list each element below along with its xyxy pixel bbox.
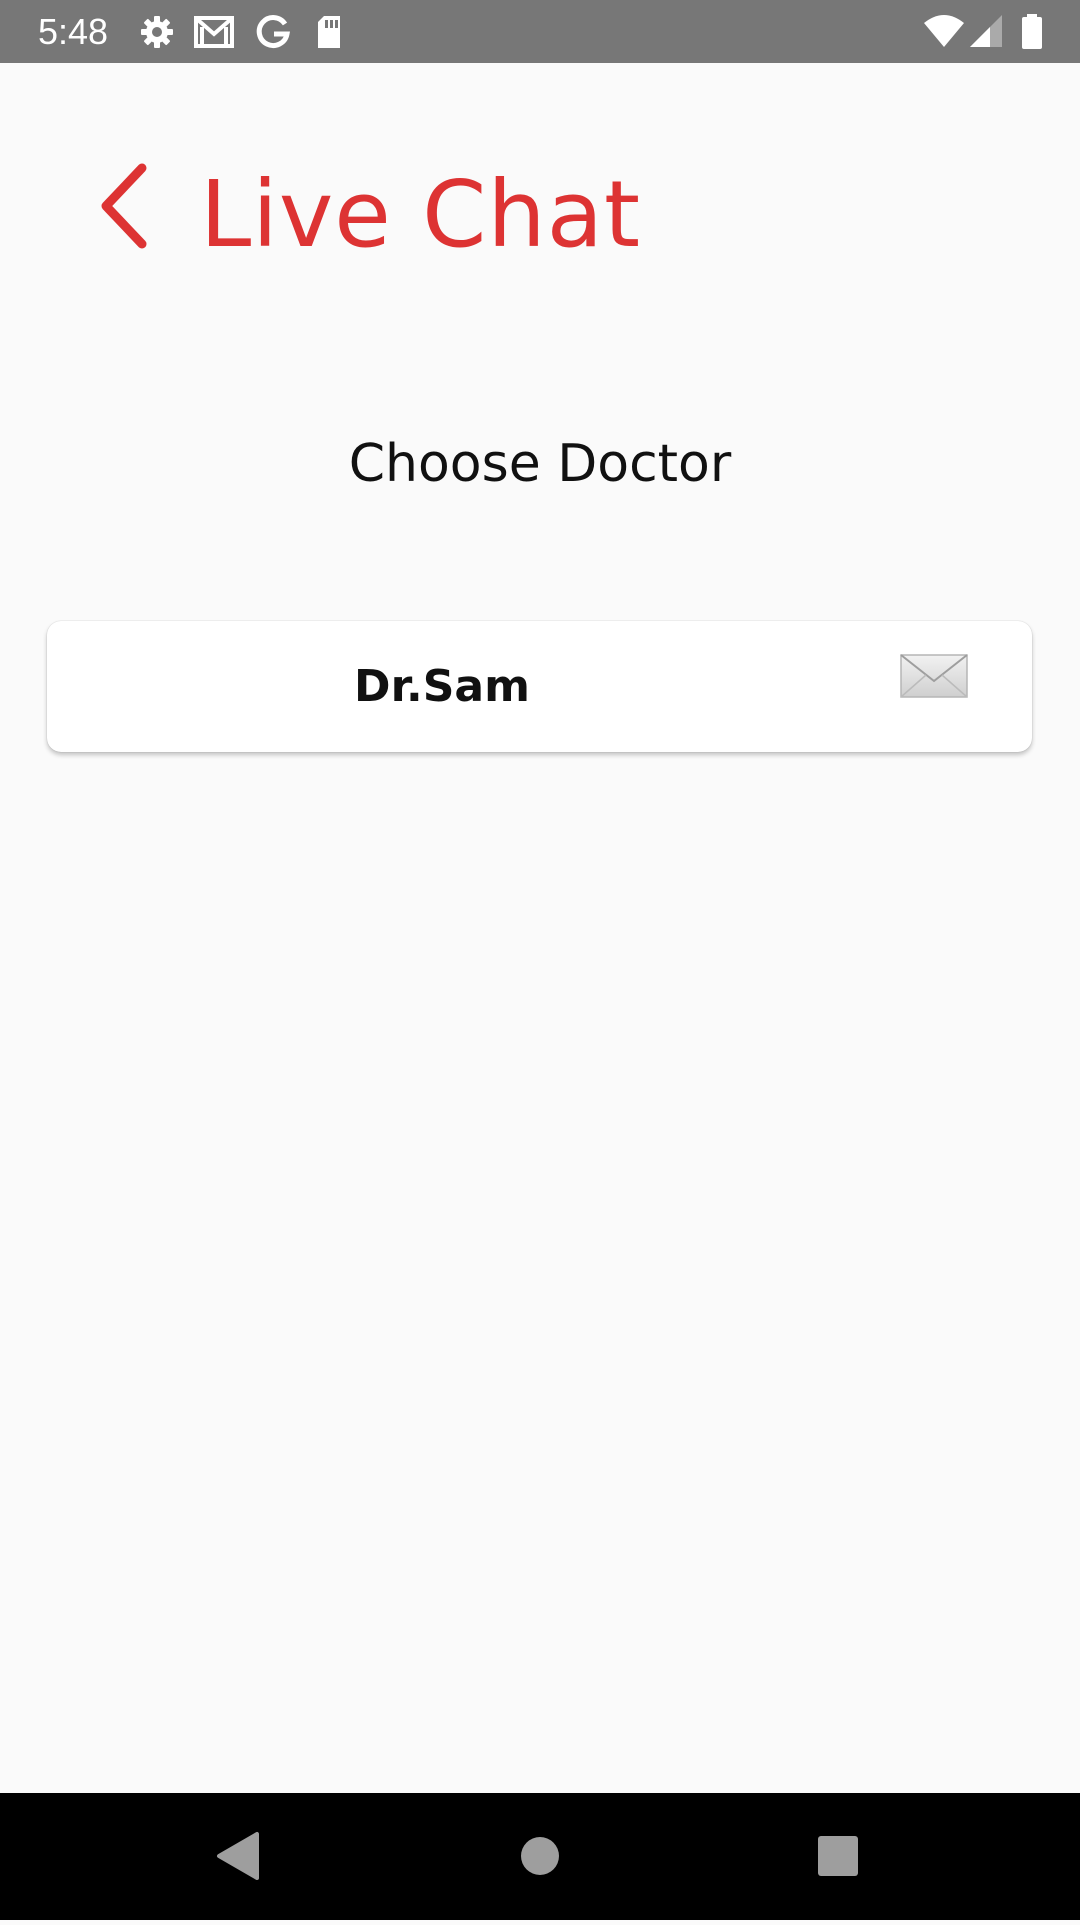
wifi-icon (922, 13, 966, 56)
signal-icon (968, 13, 1004, 56)
doctor-card[interactable]: Dr.Sam (47, 621, 1032, 752)
back-button[interactable] (88, 158, 168, 258)
chevron-left-icon (88, 163, 168, 262)
envelope-icon[interactable] (899, 651, 969, 701)
status-time: 5:48 (38, 11, 109, 52)
doctor-name: Dr.Sam (354, 661, 530, 712)
page-title: Live Chat (200, 161, 642, 268)
sd-card-icon (314, 13, 344, 56)
recents-square-icon[interactable] (803, 1793, 873, 1920)
navigation-bar (0, 1793, 1080, 1920)
choose-doctor-heading: Choose Doctor (348, 434, 732, 494)
home-circle-icon[interactable] (505, 1793, 575, 1920)
gmail-icon (193, 13, 235, 56)
google-icon (254, 13, 292, 56)
settings-icon (138, 13, 176, 56)
back-triangle-icon[interactable] (205, 1793, 275, 1920)
status-bar: 5:48 (0, 0, 1080, 63)
battery-icon (1020, 13, 1044, 56)
